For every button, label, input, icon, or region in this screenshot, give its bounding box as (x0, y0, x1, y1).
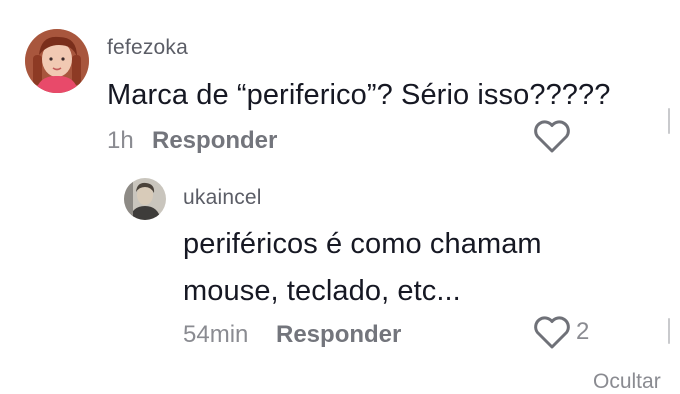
reply-text-line-1: periféricos é como chamam (183, 228, 542, 260)
reply-like-count: 2 (576, 318, 590, 345)
avatar-ukaincel[interactable] (124, 178, 166, 220)
avatar-fefezoka[interactable] (25, 29, 89, 93)
heart-outline-icon[interactable] (532, 118, 572, 159)
comment-text: Marca de “periferico”? Sério isso????? (107, 79, 611, 111)
comment-username[interactable]: fefezoka (107, 36, 188, 60)
reply-username[interactable]: ukaincel (183, 186, 262, 210)
comment-timestamp: 1h (107, 127, 134, 154)
reply-reply-button[interactable]: Responder (276, 321, 401, 349)
scroll-edge-indicator (668, 108, 670, 134)
reply-button[interactable]: Responder (152, 127, 277, 155)
hide-replies-link[interactable]: Ocultar (593, 370, 661, 394)
heart-outline-icon[interactable] (532, 314, 572, 355)
scroll-edge-indicator (668, 318, 670, 344)
reply-timestamp: 54min (183, 321, 249, 348)
reply-text-line-2: mouse, teclado, etc... (183, 275, 461, 307)
